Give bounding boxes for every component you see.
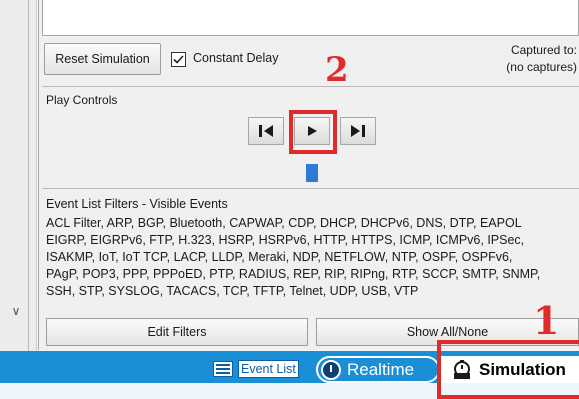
annotation-label-1: 1	[533, 298, 560, 343]
event-list-label: Event List	[238, 360, 299, 378]
filter-list-line: ACL Filter, ARP, BGP, Bluetooth, CAPWAP,…	[46, 216, 522, 230]
checkmark-icon	[173, 55, 184, 64]
back-icon	[259, 125, 273, 137]
captured-to-value: (no captures)	[506, 60, 577, 74]
gutter-divider	[28, 0, 29, 382]
playback-progress-thumb[interactable]	[306, 164, 318, 182]
edit-filters-button[interactable]: Edit Filters	[46, 318, 308, 346]
constant-delay-label: Constant Delay	[193, 51, 279, 65]
event-list-icon	[213, 361, 233, 377]
step-forward-button[interactable]	[340, 117, 376, 145]
left-scroll-gutter[interactable]	[0, 0, 37, 382]
realtime-label: Realtime	[347, 359, 415, 379]
filter-list-line: SSH, STP, SYSLOG, TACACS, TCP, TFTP, Tel…	[46, 284, 419, 298]
section-divider	[42, 86, 579, 87]
realtime-mode-tab[interactable]: Realtime	[316, 356, 440, 383]
captured-to-label: Captured to:	[510, 43, 577, 57]
filter-list-line: EIGRP, EIGRPv6, FTP, H.323, HSRP, HSRPv6…	[46, 233, 525, 247]
annotation-label-2: 2	[325, 50, 349, 90]
reset-simulation-button[interactable]: Reset Simulation	[44, 43, 161, 75]
event-list-table	[42, 0, 579, 36]
filter-list-line: ISAKMP, IoT, IoT TCP, LACP, LLDP, Meraki…	[46, 250, 513, 264]
clock-icon	[321, 359, 341, 380]
forward-icon	[351, 125, 365, 137]
scroll-down-icon[interactable]: ∨	[8, 303, 24, 319]
step-back-button[interactable]	[248, 117, 284, 145]
simulation-tab-highlight	[437, 340, 579, 399]
constant-delay-checkbox[interactable]	[171, 52, 186, 67]
play-button-highlight	[289, 110, 337, 154]
event-filters-title: Event List Filters - Visible Events	[46, 197, 228, 211]
play-controls-title: Play Controls	[46, 93, 118, 107]
filter-list-line: PAgP, POP3, PPP, PPPoED, PTP, RADIUS, RE…	[46, 267, 541, 281]
section-divider	[42, 188, 579, 189]
event-list-toggle[interactable]: Event List	[213, 357, 309, 381]
